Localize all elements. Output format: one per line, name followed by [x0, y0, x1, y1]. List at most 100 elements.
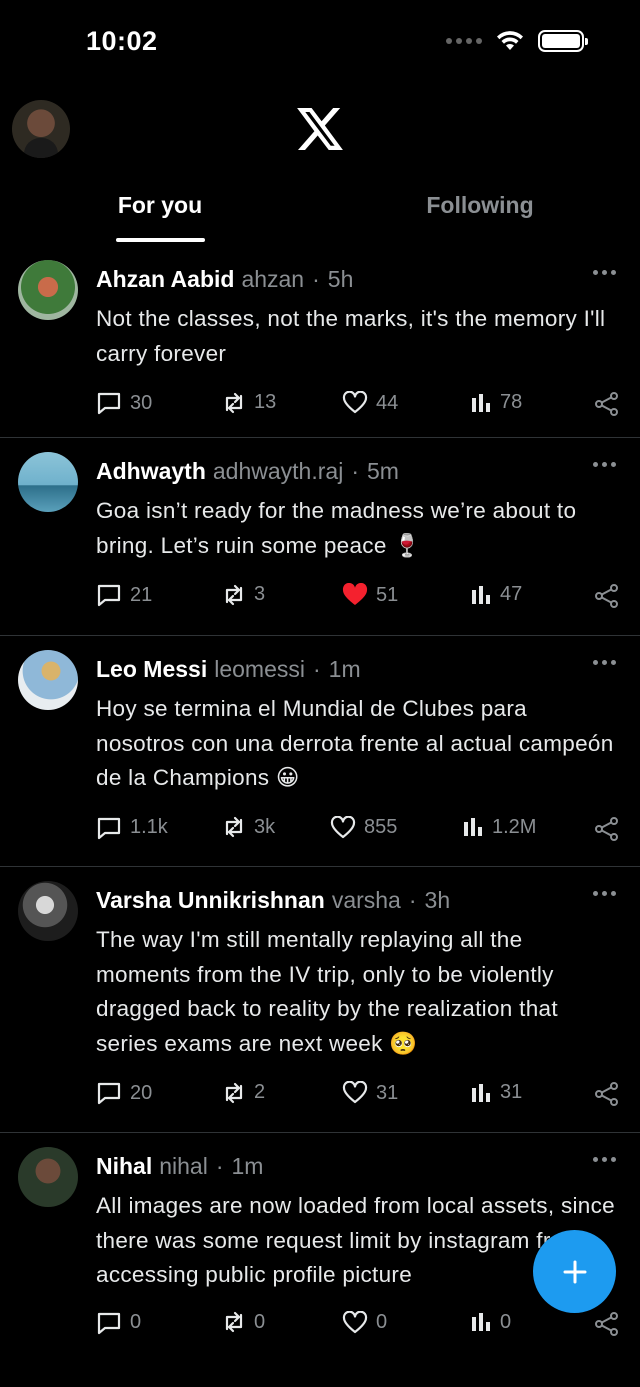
repost-button[interactable]: 3k	[222, 816, 275, 839]
author-name[interactable]: Leo Messi	[96, 652, 207, 686]
views-button[interactable]: 78	[470, 391, 522, 414]
more-options-icon[interactable]	[593, 660, 616, 665]
avatar[interactable]	[18, 452, 78, 512]
post-header: Varsha Unnikrishnan varsha · 3h	[96, 883, 640, 917]
repost-icon	[225, 816, 243, 838]
post-actions: 20 2 31 31	[96, 1077, 640, 1117]
author-handle[interactable]: leomessi	[214, 652, 305, 686]
post[interactable]: Adhwayth adhwayth.raj · 5m Goa isn’t rea…	[0, 438, 640, 636]
views-count: 47	[500, 583, 523, 605]
avatar[interactable]	[18, 1147, 78, 1207]
like-button[interactable]: 31	[342, 1081, 398, 1105]
compose-button[interactable]	[533, 1230, 616, 1313]
repost-button[interactable]: 2	[222, 1081, 265, 1104]
post-header: Nihal nihal · 1m	[96, 1149, 640, 1183]
reply-icon	[97, 817, 121, 839]
views-button[interactable]: 0	[470, 1311, 511, 1334]
views-icon	[464, 818, 482, 836]
like-button[interactable]: 51	[342, 583, 398, 607]
more-options-icon[interactable]	[593, 891, 616, 896]
heart-icon	[342, 1310, 368, 1333]
x-logo-icon	[297, 108, 343, 150]
heart-icon	[342, 391, 368, 414]
author-handle[interactable]: varsha	[332, 883, 401, 917]
separator-dot: ·	[312, 656, 321, 682]
separator-dot: ·	[351, 458, 359, 484]
post-text: The way I'm still mentally replaying all…	[96, 927, 558, 1056]
repost-icon	[225, 584, 243, 605]
tab-for-you[interactable]: For you	[0, 178, 320, 244]
like-button[interactable]: 855	[330, 815, 398, 840]
share-button[interactable]	[594, 583, 620, 609]
views-icon	[472, 1313, 490, 1331]
post-time: 1m	[231, 1153, 264, 1179]
views-button[interactable]: 47	[470, 583, 522, 606]
post[interactable]: Leo Messi leomessi · 1m Hoy se termina e…	[0, 636, 640, 867]
author-name[interactable]: Nihal	[96, 1149, 152, 1183]
reply-count: 20	[130, 1081, 153, 1104]
views-button[interactable]: 31	[470, 1081, 522, 1104]
separator-dot: ·	[408, 887, 417, 913]
heart-filled-icon	[342, 583, 368, 605]
views-icon	[472, 393, 490, 412]
repost-count: 3k	[254, 815, 276, 838]
like-count: 855	[364, 816, 398, 838]
repost-button[interactable]: 13	[222, 391, 276, 414]
share-icon	[595, 584, 618, 608]
post-actions: 1.1k 3k 855 1.2M	[96, 812, 640, 852]
heart-icon	[330, 815, 356, 838]
reply-button[interactable]: 0	[96, 1311, 141, 1335]
share-button[interactable]	[594, 391, 620, 417]
post-time: 3h	[424, 887, 451, 913]
reply-button[interactable]: 30	[96, 391, 152, 415]
repost-count: 2	[254, 1081, 266, 1103]
repost-button[interactable]: 0	[222, 1311, 265, 1334]
share-button[interactable]	[594, 816, 620, 842]
post-actions: 30 13 44 78	[96, 387, 640, 427]
author-name[interactable]: Ahzan Aabid	[96, 262, 234, 296]
avatar[interactable]	[18, 881, 78, 941]
like-count: 31	[376, 1081, 399, 1104]
views-count: 78	[500, 391, 523, 413]
avatar[interactable]	[18, 650, 78, 710]
more-options-icon[interactable]	[593, 270, 616, 275]
like-count: 51	[376, 583, 399, 606]
status-icons	[446, 30, 588, 52]
post[interactable]: Ahzan Aabid ahzan · 5h Not the classes, …	[0, 246, 640, 438]
tab-following[interactable]: Following	[320, 178, 640, 244]
avatar[interactable]	[18, 260, 78, 320]
share-button[interactable]	[594, 1311, 620, 1337]
tab-label: Following	[426, 192, 534, 218]
post-header: Leo Messi leomessi · 1m	[96, 652, 640, 686]
wifi-icon	[497, 31, 523, 50]
author-handle[interactable]: adhwayth.raj	[213, 454, 343, 488]
author-name[interactable]: Varsha Unnikrishnan	[96, 883, 325, 917]
like-button[interactable]: 0	[342, 1310, 387, 1335]
share-icon	[595, 392, 618, 416]
repost-button[interactable]: 3	[222, 583, 265, 606]
reply-count: 30	[130, 391, 153, 414]
post[interactable]: Varsha Unnikrishnan varsha · 3h The way …	[0, 867, 640, 1133]
post-feed: Ahzan Aabid ahzan · 5h Not the classes, …	[0, 246, 640, 1387]
profile-avatar[interactable]	[12, 100, 70, 158]
author-name[interactable]: Adhwayth	[96, 454, 206, 488]
like-button[interactable]: 44	[342, 391, 398, 415]
more-options-icon[interactable]	[593, 1157, 616, 1162]
reply-icon	[97, 584, 121, 607]
reply-button[interactable]: 20	[96, 1081, 152, 1105]
status-bar: 10:02	[0, 0, 640, 88]
separator-dot: ·	[312, 266, 320, 292]
views-button[interactable]: 1.2M	[462, 816, 536, 839]
reply-button[interactable]: 1.1k	[96, 816, 168, 840]
author-handle[interactable]: ahzan	[241, 262, 304, 296]
more-options-icon[interactable]	[593, 462, 616, 467]
share-button[interactable]	[594, 1081, 620, 1107]
post-time: 5h	[327, 266, 354, 292]
post-text: Not the classes, not the marks, it's the…	[96, 306, 606, 366]
author-handle[interactable]: nihal	[159, 1149, 208, 1183]
repost-icon	[225, 1311, 243, 1333]
share-icon	[595, 1311, 618, 1336]
post-time: 1m	[328, 656, 361, 682]
reply-button[interactable]: 21	[96, 583, 152, 607]
repost-count: 3	[254, 583, 266, 605]
